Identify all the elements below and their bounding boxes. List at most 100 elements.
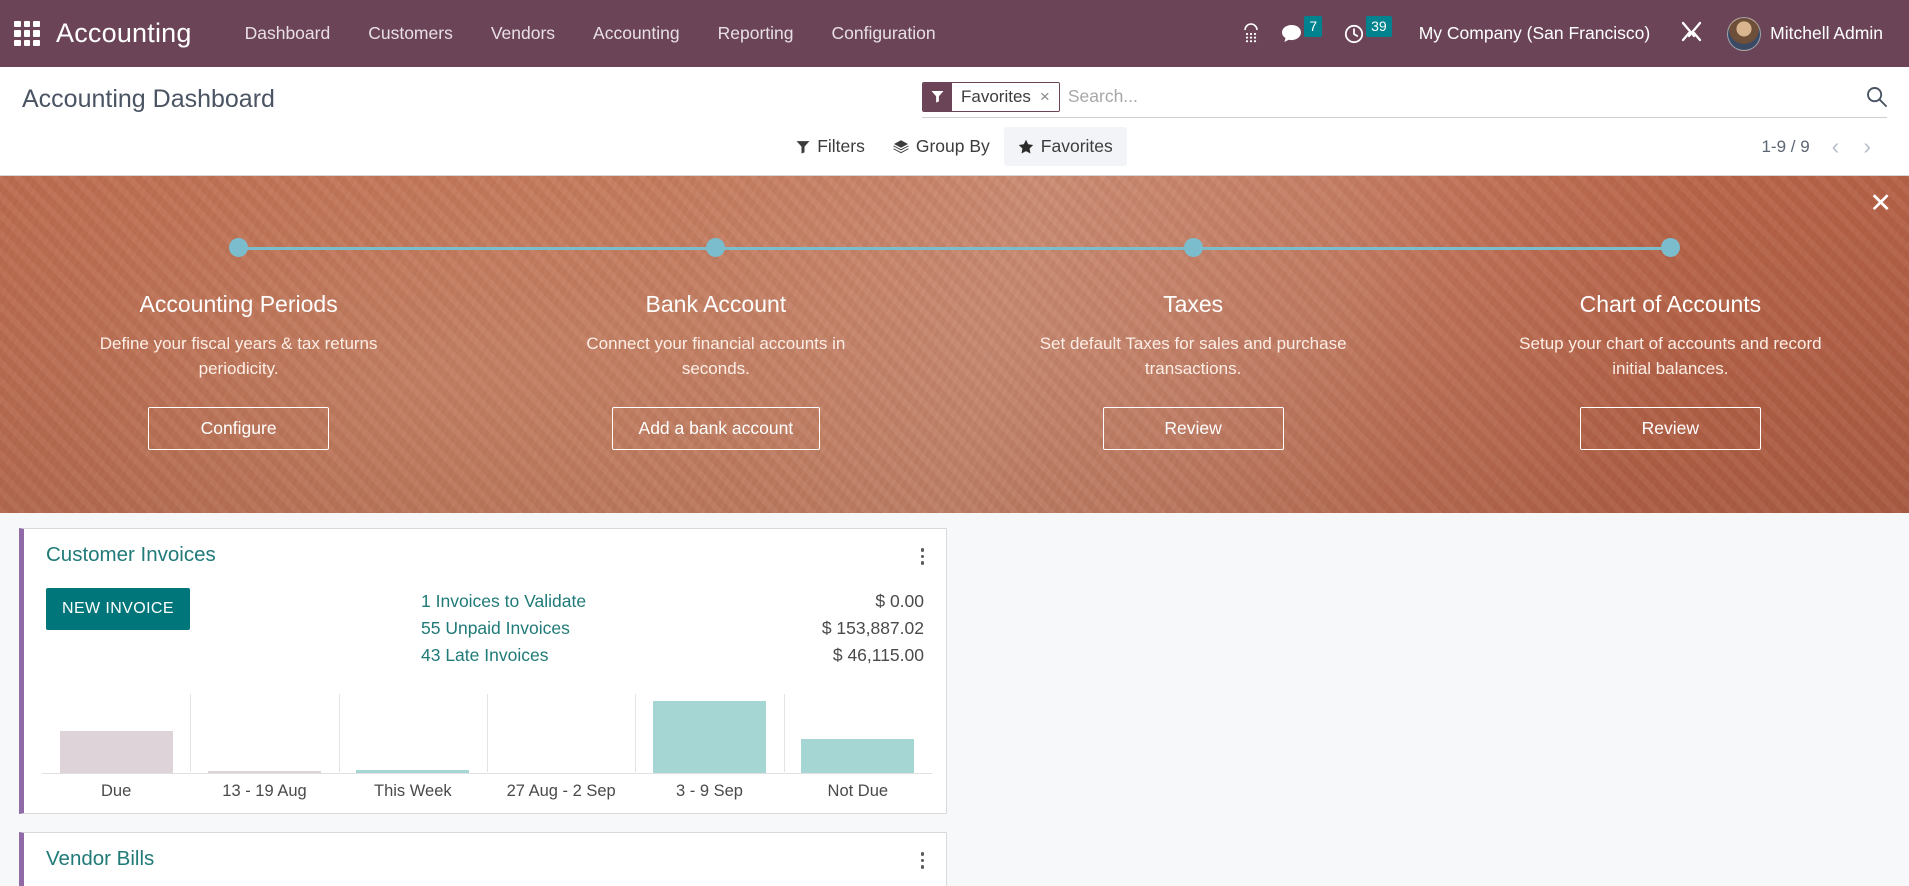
messages-counter: 7 bbox=[1304, 16, 1322, 37]
star-icon bbox=[1018, 139, 1034, 155]
user-menu[interactable]: Mitchell Admin bbox=[1719, 13, 1889, 55]
step-title: Chart of Accounts bbox=[1580, 291, 1762, 318]
step-description: Setup your chart of accounts and record … bbox=[1505, 332, 1835, 381]
debug-tools-icon[interactable] bbox=[1668, 14, 1715, 54]
step-connector-line bbox=[1432, 247, 1671, 250]
search-icon[interactable] bbox=[1854, 86, 1887, 107]
chevron-right-icon[interactable]: › bbox=[1853, 133, 1881, 160]
step-description: Define your fiscal years & tax returns p… bbox=[74, 332, 404, 381]
step-dot bbox=[1184, 238, 1203, 257]
layers-icon bbox=[893, 139, 909, 155]
stat-row: 55 Unpaid Invoices $ 153,887.02 bbox=[421, 615, 924, 642]
menu-accounting[interactable]: Accounting bbox=[574, 13, 699, 54]
chart-bar bbox=[208, 771, 321, 773]
onboarding-step-taxes: Taxes Set default Taxes for sales and pu… bbox=[955, 238, 1432, 450]
filter-funnel-icon bbox=[796, 140, 810, 154]
search-dropdown-buttons: Filters Group By Favorites bbox=[782, 127, 1127, 166]
step-dot bbox=[229, 238, 248, 257]
apps-grid-icon[interactable] bbox=[14, 21, 40, 47]
chart-bar-zone bbox=[487, 696, 635, 774]
configure-button[interactable]: Configure bbox=[148, 407, 329, 450]
stat-row: 1 Invoices to Validate $ 0.00 bbox=[421, 588, 924, 615]
card-customer-invoices: Customer Invoices NEW INVOICE 1 Invoices… bbox=[19, 528, 947, 814]
pager: 1-9 / 9 ‹ › bbox=[1761, 133, 1881, 160]
activities-menu[interactable]: 39 bbox=[1335, 17, 1401, 50]
chart-bar-zone bbox=[784, 696, 932, 774]
stat-label[interactable]: 55 Unpaid Invoices bbox=[421, 616, 570, 641]
user-name: Mitchell Admin bbox=[1770, 23, 1883, 44]
card-title[interactable]: Vendor Bills bbox=[46, 847, 154, 871]
chart-bar-zone bbox=[42, 696, 190, 774]
menu-vendors[interactable]: Vendors bbox=[472, 13, 574, 54]
step-title: Taxes bbox=[1163, 291, 1223, 318]
group-by-dropdown-button[interactable]: Group By bbox=[879, 127, 1004, 166]
close-icon[interactable]: × bbox=[1038, 83, 1059, 111]
chart-column[interactable]: Due bbox=[42, 694, 190, 801]
stat-row: 43 Late Invoices $ 46,115.00 bbox=[421, 642, 924, 669]
review-taxes-button[interactable]: Review bbox=[1103, 407, 1284, 450]
search-facet-favorites[interactable]: Favorites × bbox=[922, 82, 1060, 112]
top-navbar: Accounting Dashboard Customers Vendors A… bbox=[0, 0, 1909, 67]
stat-label[interactable]: 1 Invoices to Validate bbox=[421, 589, 586, 614]
chart-x-label: This Week bbox=[374, 774, 452, 801]
kebab-menu-icon[interactable] bbox=[917, 847, 929, 874]
kebab-menu-icon[interactable] bbox=[917, 543, 929, 570]
control-panel: Accounting Dashboard Favorites × bbox=[0, 67, 1909, 176]
chart-column[interactable]: This Week bbox=[339, 694, 487, 801]
customer-invoices-stats: 1 Invoices to Validate $ 0.00 55 Unpaid … bbox=[421, 588, 924, 670]
stat-label[interactable]: 43 Late Invoices bbox=[421, 643, 548, 668]
stat-value: $ 0.00 bbox=[875, 589, 924, 614]
page-title: Accounting Dashboard bbox=[22, 81, 275, 114]
voip-dialpad-icon[interactable] bbox=[1234, 17, 1268, 51]
chart-column[interactable]: Not Due bbox=[784, 694, 932, 801]
group-by-label: Group By bbox=[916, 136, 990, 157]
chart-bar bbox=[60, 731, 173, 773]
search-facet-label: Favorites bbox=[952, 83, 1038, 111]
onboarding-steps: Accounting Periods Define your fiscal ye… bbox=[0, 176, 1909, 450]
search-view: Favorites × bbox=[922, 81, 1887, 118]
company-switcher[interactable]: My Company (San Francisco) bbox=[1405, 15, 1664, 52]
chart-bar-zone bbox=[339, 696, 487, 774]
onboarding-banner: ✕ Accounting Periods Define your fiscal … bbox=[0, 176, 1909, 513]
chart-column[interactable]: 27 Aug - 2 Sep bbox=[487, 694, 635, 801]
step-description: Connect your financial accounts in secon… bbox=[551, 332, 881, 381]
step-dot bbox=[706, 238, 725, 257]
new-invoice-button[interactable]: NEW INVOICE bbox=[46, 588, 190, 630]
messages-menu[interactable]: 7 bbox=[1272, 17, 1331, 50]
chart-x-label: 27 Aug - 2 Sep bbox=[507, 774, 616, 801]
chart-column[interactable]: 3 - 9 Sep bbox=[635, 694, 783, 801]
dashboard-cards: Customer Invoices NEW INVOICE 1 Invoices… bbox=[0, 513, 1909, 886]
card-vendor-bills: Vendor Bills UPLOAD Create Manually 1 Bi… bbox=[19, 832, 947, 886]
step-title: Bank Account bbox=[646, 291, 787, 318]
close-icon[interactable]: ✕ bbox=[1869, 190, 1892, 217]
app-brand-accounting[interactable]: Accounting bbox=[56, 18, 192, 49]
stat-value: $ 46,115.00 bbox=[833, 643, 924, 668]
chart-x-label: 13 - 19 Aug bbox=[222, 774, 306, 801]
chart-column[interactable]: 13 - 19 Aug bbox=[190, 694, 338, 801]
add-bank-account-button[interactable]: Add a bank account bbox=[612, 407, 821, 450]
onboarding-step-chart-of-accounts: Chart of Accounts Setup your chart of ac… bbox=[1432, 238, 1909, 450]
chart-bar bbox=[356, 770, 469, 773]
stat-value: $ 153,887.02 bbox=[822, 616, 924, 641]
step-title: Accounting Periods bbox=[140, 291, 338, 318]
filters-dropdown-button[interactable]: Filters bbox=[782, 127, 879, 166]
menu-reporting[interactable]: Reporting bbox=[699, 13, 813, 54]
clock-icon bbox=[1344, 24, 1364, 44]
chart-x-label: Not Due bbox=[828, 774, 889, 801]
chart-x-label: 3 - 9 Sep bbox=[676, 774, 743, 801]
filters-label: Filters bbox=[817, 136, 865, 157]
filter-funnel-icon bbox=[923, 83, 952, 111]
menu-customers[interactable]: Customers bbox=[349, 13, 472, 54]
step-dot bbox=[1661, 238, 1680, 257]
chevron-left-icon[interactable]: ‹ bbox=[1822, 133, 1850, 160]
favorites-label: Favorites bbox=[1041, 136, 1113, 157]
review-chart-of-accounts-button[interactable]: Review bbox=[1580, 407, 1761, 450]
step-connector-line bbox=[239, 247, 478, 250]
customer-invoices-bar-chart: Due 13 - 19 Aug This Week 27 Aug - 2 Sep 3 -… bbox=[42, 694, 932, 801]
favorites-dropdown-button[interactable]: Favorites bbox=[1004, 127, 1127, 166]
card-title[interactable]: Customer Invoices bbox=[46, 543, 216, 567]
activities-counter: 39 bbox=[1366, 16, 1392, 37]
menu-configuration[interactable]: Configuration bbox=[813, 13, 955, 54]
search-input[interactable] bbox=[1068, 84, 1854, 109]
menu-dashboard[interactable]: Dashboard bbox=[226, 13, 350, 54]
